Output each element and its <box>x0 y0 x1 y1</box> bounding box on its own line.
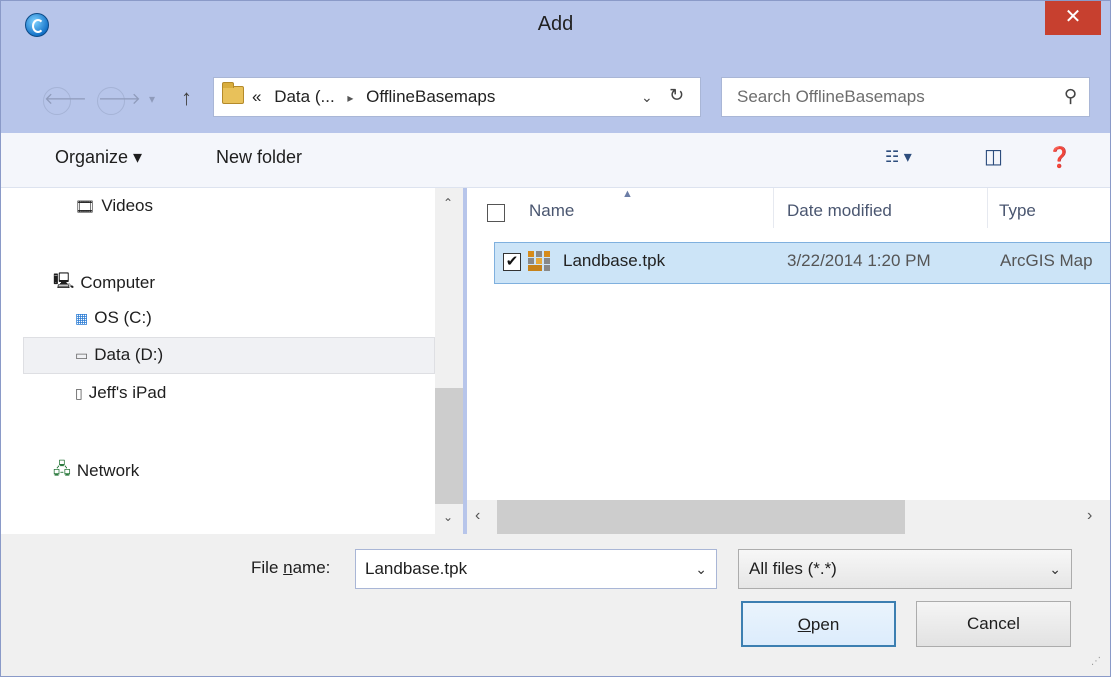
window-title: Add <box>537 13 574 35</box>
computer-icon: 🖳 <box>53 273 75 290</box>
label-text: ame: <box>292 558 331 577</box>
title-bar[interactable]: Add ✕ <box>1 1 1110 47</box>
file-list-horizontal-scrollbar[interactable]: ‹ › <box>467 500 1110 534</box>
help-icon[interactable]: ❓ <box>1047 145 1072 170</box>
back-button[interactable]: 🡐 <box>43 87 87 115</box>
nav-item-label: Jeff's iPad <box>88 383 167 402</box>
scroll-right-arrow-icon[interactable]: › <box>1087 507 1092 525</box>
up-arrow-icon[interactable]: ↑ <box>181 85 192 111</box>
resize-grip-icon[interactable]: ⋰ <box>1091 656 1101 667</box>
filter-value: All files (*.*) <box>749 559 837 578</box>
column-header-name[interactable]: Name <box>529 201 574 221</box>
file-name: Landbase.tpk <box>563 251 666 270</box>
close-button[interactable]: ✕ <box>1045 1 1101 35</box>
nav-item-computer[interactable]: 🖳 Computer <box>53 270 155 297</box>
address-bar[interactable]: « Data (... ▸ OfflineBasemaps ⌄ ↻ <box>213 77 701 117</box>
file-name-field[interactable]: Landbase.tpk ⌄ <box>355 549 717 589</box>
chevron-down-icon[interactable]: ⌄ <box>695 561 707 578</box>
navigation-pane: 🎞 Videos 🖳 Computer ▦ OS (C:) ▭ Data (D:) ▯ J… <box>1 188 435 534</box>
nav-item-label: Computer <box>80 272 155 292</box>
new-folder-button[interactable]: New folder <box>216 147 302 168</box>
forward-button[interactable]: 🡒 <box>97 87 141 115</box>
drive-icon: ▭ <box>75 347 89 364</box>
film-icon: 🎞 <box>75 198 96 216</box>
ipad-icon: ▯ <box>75 385 83 402</box>
search-icon[interactable]: ⚲ <box>1064 86 1077 107</box>
file-date-modified: 3/22/2014 1:20 PM <box>787 251 931 270</box>
sort-ascending-icon: ▲ <box>622 188 633 200</box>
refresh-icon[interactable]: ↻ <box>669 85 684 106</box>
nav-pane-scrollbar[interactable]: ⌃ ⌄ <box>435 188 463 534</box>
column-header-date-modified[interactable]: Date modified <box>787 201 892 221</box>
cancel-button[interactable]: Cancel <box>916 601 1071 647</box>
search-input[interactable]: Search OfflineBasemaps ⚲ <box>721 77 1090 117</box>
network-icon: 🖧 <box>53 461 71 478</box>
chevron-down-icon[interactable]: ⌄ <box>1049 561 1061 578</box>
dialog-footer: File name: Landbase.tpk ⌄ All files (*.*… <box>1 534 1110 676</box>
folder-icon <box>222 82 244 104</box>
nav-item-label: Network <box>76 460 140 480</box>
open-label: pen <box>810 615 840 634</box>
breadcrumb-item-offlinebasemaps[interactable]: OfflineBasemaps <box>366 87 495 106</box>
tile-package-file-icon <box>528 251 550 271</box>
breadcrumb-item-data[interactable]: Data (... <box>274 87 334 106</box>
scrollbar-thumb[interactable] <box>497 500 905 534</box>
file-type-filter-select[interactable]: All files (*.*) ⌄ <box>738 549 1072 589</box>
nav-item-network[interactable]: 🖧 Network <box>53 458 139 485</box>
breadcrumb-overflow[interactable]: « <box>252 87 261 106</box>
command-toolbar: Organize ▾ New folder ☷ ▾ ◫ ❓ <box>1 133 1110 188</box>
open-button[interactable]: Open <box>741 601 896 647</box>
label-text: File <box>251 558 284 577</box>
navigation-row: 🡐 🡒 ▾ ↑ « Data (... ▸ OfflineBasemaps ⌄ … <box>1 77 1110 117</box>
preview-pane-icon[interactable]: ◫ <box>984 144 1003 169</box>
nav-item-label: OS (C:) <box>94 308 152 327</box>
select-all-checkbox[interactable] <box>487 204 505 222</box>
column-header-type[interactable]: Type <box>999 201 1036 221</box>
organize-menu-button[interactable]: Organize ▾ <box>55 147 142 168</box>
scroll-up-arrow-icon[interactable]: ⌃ <box>443 196 453 210</box>
file-type: ArcGIS Map <box>1000 251 1093 270</box>
nav-item-videos[interactable]: 🎞 Videos <box>75 196 153 217</box>
row-checkbox[interactable]: ✔ <box>503 253 521 271</box>
windows-drive-icon: ▦ <box>75 310 89 327</box>
scrollbar-thumb[interactable] <box>435 388 463 504</box>
nav-item-data-d[interactable]: ▭ Data (D:) <box>75 345 163 365</box>
column-divider[interactable] <box>987 188 988 228</box>
table-row[interactable]: ✔ Landbase.tpk 3/22/2014 1:20 PM ArcGIS … <box>494 242 1110 284</box>
open-accelerator: O <box>797 615 811 634</box>
scroll-left-arrow-icon[interactable]: ‹ <box>475 507 480 525</box>
address-dropdown-chevron-icon[interactable]: ⌄ <box>641 89 653 106</box>
recent-locations-chevron-icon[interactable]: ▾ <box>149 92 155 106</box>
file-name-value: Landbase.tpk <box>365 559 468 578</box>
breadcrumb: « Data (... ▸ OfflineBasemaps <box>252 87 495 107</box>
label-accelerator: n <box>283 558 293 577</box>
change-view-icon[interactable]: ☷ ▾ <box>885 147 912 167</box>
column-divider[interactable] <box>773 188 774 228</box>
scroll-down-arrow-icon[interactable]: ⌄ <box>443 510 453 524</box>
search-placeholder: Search OfflineBasemaps <box>737 87 925 106</box>
file-list: ▲ Name Date modified Type ✔ Landbase.tpk… <box>467 188 1110 500</box>
nav-item-label: Data (D:) <box>94 345 164 364</box>
breadcrumb-separator-icon[interactable]: ▸ <box>347 91 353 105</box>
nav-item-os-c[interactable]: ▦ OS (C:) <box>75 308 152 328</box>
nav-item-jeffs-ipad[interactable]: ▯ Jeff's iPad <box>75 383 166 403</box>
nav-item-label: Videos <box>101 196 153 215</box>
file-name-label: File name: <box>251 558 330 578</box>
file-dialog-window: Add ✕ 🡐 🡒 ▾ ↑ « Data (... ▸ OfflineBasem… <box>0 0 1111 677</box>
